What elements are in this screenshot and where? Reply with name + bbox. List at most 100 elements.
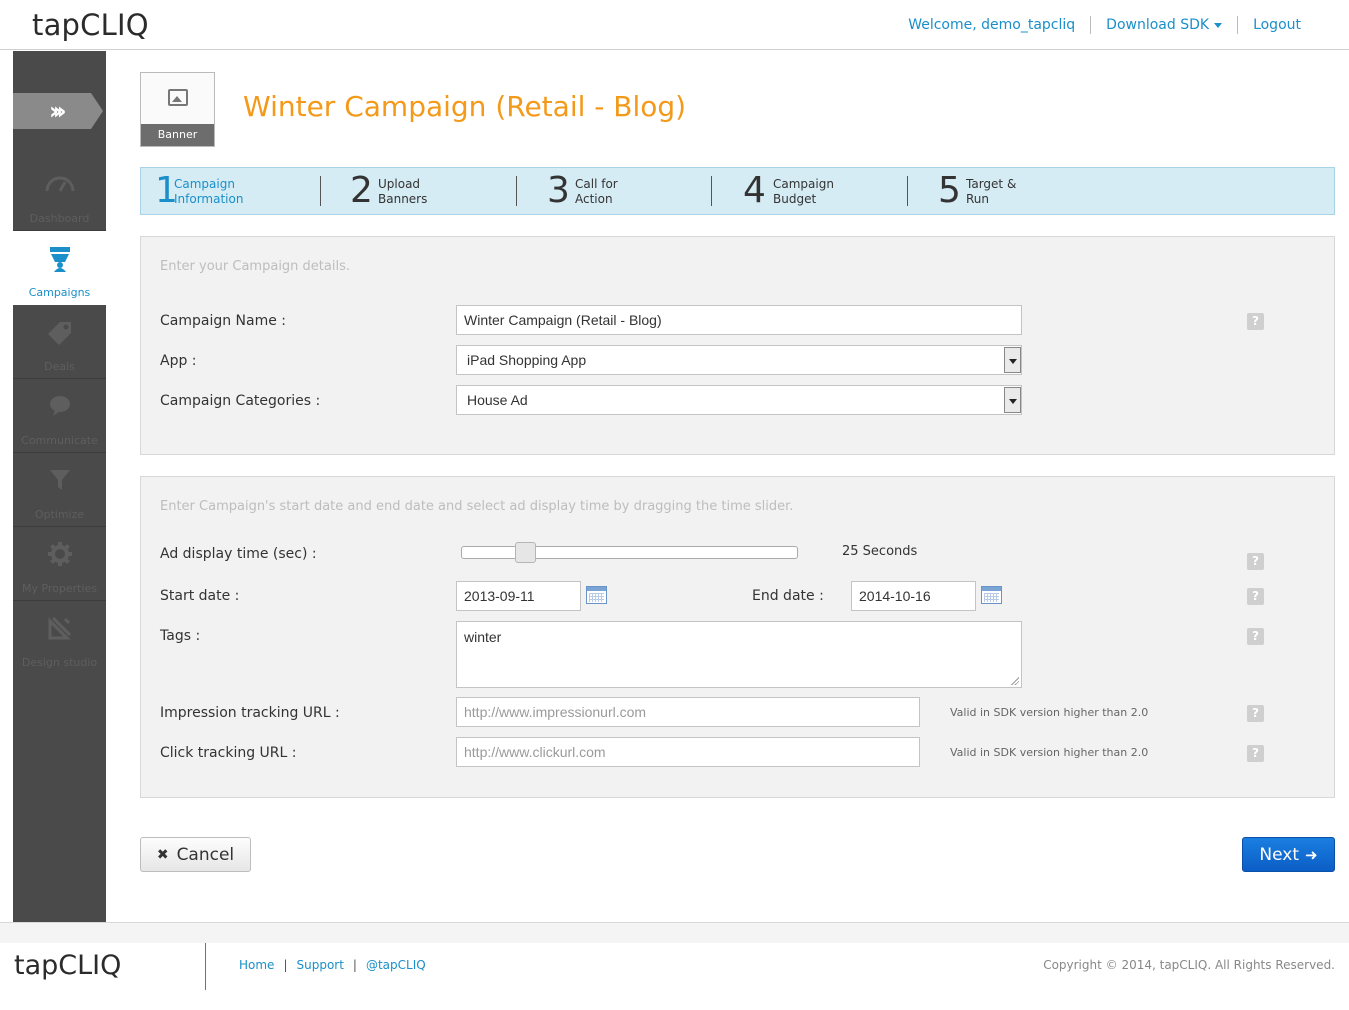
- campaign-details-panel: Enter your Campaign details. Campaign Na…: [140, 236, 1335, 455]
- help-icon[interactable]: ?: [1247, 588, 1264, 605]
- resize-grip-icon[interactable]: [1010, 676, 1019, 685]
- sidebar-toggle[interactable]: ›››: [13, 93, 106, 129]
- app-select[interactable]: iPad Shopping App: [456, 345, 1022, 375]
- top-nav: Welcome, demo_tapcliq Download SDK Logou…: [908, 16, 1301, 34]
- campaign-categories-select[interactable]: House Ad: [456, 385, 1022, 415]
- download-sdk-label: Download SDK: [1106, 17, 1210, 33]
- close-icon: ✖: [156, 846, 169, 863]
- logo[interactable]: tapCLIQ: [32, 8, 149, 42]
- sidebar-item-label: Optimize: [34, 508, 85, 521]
- gear-icon: [13, 541, 106, 571]
- footer-link-home[interactable]: Home: [239, 958, 274, 972]
- sidebar-item-label: Communicate: [21, 434, 98, 447]
- sidebar-item-label: Dashboard: [29, 212, 90, 225]
- logout-link[interactable]: Logout: [1253, 17, 1301, 33]
- double-chevron-right-icon: ›››: [49, 97, 67, 125]
- banner-caption: Banner: [141, 124, 214, 146]
- start-date-input[interactable]: 2013-09-11: [456, 581, 581, 611]
- sidebar-item-my-properties[interactable]: My Properties: [13, 527, 106, 601]
- app-label: App :: [160, 353, 197, 369]
- sidebar-item-label: My Properties: [21, 582, 98, 595]
- step-number: 5: [938, 170, 961, 211]
- wizard-steps: 1 Campaign Information 2 Upload Banners 3 …: [140, 167, 1335, 215]
- sidebar-item-design-studio[interactable]: Design studio: [13, 601, 106, 675]
- footer-vertical-divider: [205, 943, 206, 990]
- start-date-label: Start date :: [160, 588, 240, 604]
- step-label: Action: [575, 192, 613, 206]
- click-tracking-url-label: Click tracking URL :: [160, 745, 297, 761]
- campaign-name-label: Campaign Name :: [160, 313, 287, 329]
- help-icon[interactable]: ?: [1247, 313, 1264, 330]
- ad-display-time-value: 25 Seconds: [842, 544, 918, 559]
- footer-links: Home | Support | @tapCLIQ: [239, 958, 426, 972]
- step-label: Call for: [575, 177, 618, 191]
- divider: [1237, 16, 1239, 34]
- impression-tracking-url-input[interactable]: http://www.impressionurl.com: [456, 697, 920, 727]
- funnel-icon: [13, 467, 106, 497]
- next-label: Next: [1259, 844, 1300, 865]
- schedule-panel: Enter Campaign's start date and end date…: [140, 476, 1335, 798]
- step-number: 2: [350, 170, 373, 211]
- step-number: 4: [743, 170, 766, 211]
- chat-bubble-icon: [13, 393, 106, 423]
- chevron-down-icon: [1004, 347, 1021, 373]
- footer-link-support[interactable]: Support: [296, 958, 343, 972]
- step-label: Campaign: [174, 177, 235, 191]
- image-icon: [168, 89, 188, 106]
- sidebar-item-deals[interactable]: Deals: [13, 305, 106, 379]
- sidebar-item-dashboard[interactable]: Dashboard: [13, 157, 106, 231]
- cancel-label: Cancel: [176, 844, 235, 865]
- banner-thumbnail[interactable]: Banner: [140, 72, 215, 147]
- step-divider: [711, 176, 712, 206]
- sidebar-item-campaigns[interactable]: Campaigns: [13, 231, 106, 305]
- welcome-link[interactable]: Welcome, demo_tapcliq: [908, 17, 1075, 33]
- panel-intro: Enter your Campaign details.: [160, 259, 350, 274]
- tags-textarea[interactable]: winter: [456, 621, 1022, 688]
- divider: [1090, 16, 1092, 34]
- sidebar-item-communicate[interactable]: Communicate: [13, 379, 106, 453]
- step-label: Campaign: [773, 177, 834, 191]
- arrow-right-icon: ➜: [1305, 845, 1318, 864]
- chevron-down-icon: [1004, 387, 1021, 413]
- footer-logo[interactable]: tapCLIQ: [14, 950, 121, 981]
- step-number: 3: [547, 170, 570, 211]
- cancel-button[interactable]: ✖ Cancel: [140, 837, 251, 872]
- page-title: Winter Campaign (Retail - Blog): [243, 90, 687, 123]
- help-icon[interactable]: ?: [1247, 628, 1264, 645]
- calendar-icon[interactable]: [981, 586, 1002, 604]
- ad-display-time-slider[interactable]: [461, 546, 798, 559]
- step-divider: [320, 176, 321, 206]
- campaigns-icon: [13, 245, 106, 275]
- next-button[interactable]: Next ➜: [1242, 837, 1335, 872]
- help-icon[interactable]: ?: [1247, 553, 1264, 570]
- end-date-input[interactable]: 2014-10-16: [851, 581, 976, 611]
- sidebar-item-label: Campaigns: [28, 286, 91, 299]
- sdk-version-note: Valid in SDK version higher than 2.0: [950, 746, 1149, 759]
- step-label: Upload: [378, 177, 421, 191]
- step-label: Target &: [966, 177, 1017, 191]
- footer-band: [0, 923, 1349, 943]
- help-icon[interactable]: ?: [1247, 745, 1264, 762]
- design-tools-icon: [13, 615, 106, 645]
- sidebar-item-label: Design studio: [21, 656, 98, 669]
- click-tracking-url-input[interactable]: http://www.clickurl.com: [456, 737, 920, 767]
- help-icon[interactable]: ?: [1247, 705, 1264, 722]
- campaign-name-input[interactable]: Winter Campaign (Retail - Blog): [456, 305, 1022, 335]
- copyright: Copyright © 2014, tapCLIQ. All Rights Re…: [1043, 958, 1335, 972]
- download-sdk-menu[interactable]: Download SDK: [1106, 17, 1223, 33]
- app-select-value: iPad Shopping App: [467, 352, 587, 368]
- campaign-categories-label: Campaign Categories :: [160, 393, 321, 409]
- sidebar-item-optimize[interactable]: Optimize: [13, 453, 106, 527]
- step-label: Information: [174, 192, 244, 206]
- step-label: Run: [966, 192, 990, 206]
- dashboard-gauge-icon: [13, 171, 106, 201]
- slider-handle[interactable]: [514, 542, 536, 563]
- tags-value: winter: [464, 629, 502, 645]
- tags-label: Tags :: [160, 628, 201, 644]
- end-date-label: End date :: [752, 588, 824, 604]
- sidebar-item-label: Deals: [44, 360, 75, 373]
- step-label: Budget: [773, 192, 817, 206]
- calendar-icon[interactable]: [586, 586, 607, 604]
- footer-link-twitter[interactable]: @tapCLIQ: [366, 958, 426, 972]
- tag-icon: [13, 319, 106, 349]
